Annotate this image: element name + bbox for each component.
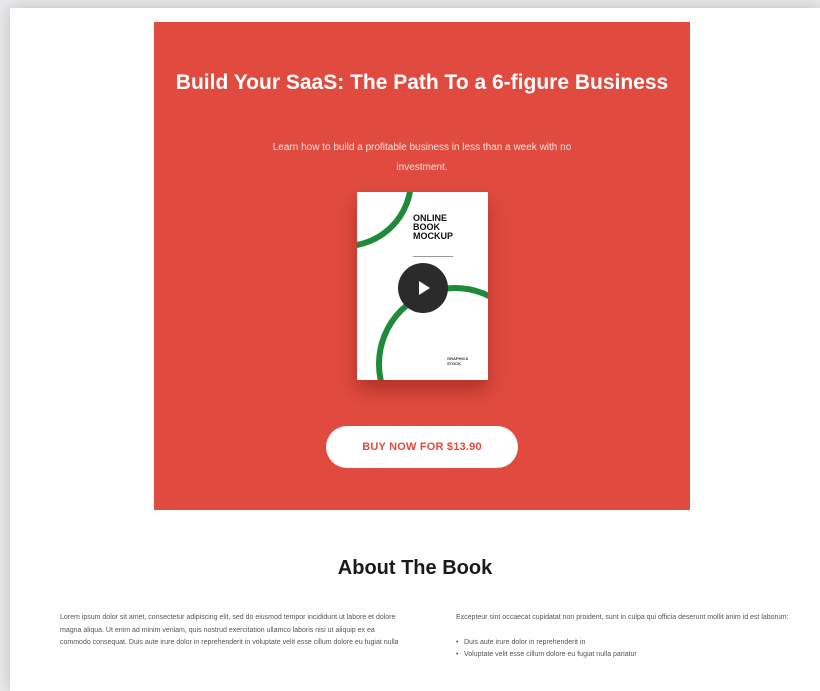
book-cover: ONLINE BOOK MOCKUP GRAPHICS STOCK [357,192,488,380]
book-cover-title: ONLINE BOOK MOCKUP [413,213,453,241]
play-icon [419,281,430,295]
hero-section: Build Your SaaS: The Path To a 6-figure … [154,22,690,510]
list-item: Voluptate velit esse cillum dolore eu fu… [456,649,796,662]
about-left-paragraph: Lorem ipsum dolor sit amet, consectetur … [60,614,399,646]
landing-page: Build Your SaaS: The Path To a 6-figure … [10,8,820,691]
book-cover-publisher: GRAPHICS STOCK [447,356,469,366]
about-title: About The Book [337,557,493,579]
about-right-paragraph: Excepteur sint occaecat cupidatat non pr… [456,614,789,621]
hero-subtitle: Learn how to build a profitable business… [272,142,572,173]
hero-title: Build Your SaaS: The Path To a 6-figure … [175,71,669,94]
list-item: Duis aute irure dolor in reprehenderit i… [456,637,796,650]
play-video-button[interactable] [398,263,448,313]
about-right-column: Excepteur sint occaecat cupidatat non pr… [456,612,796,662]
about-bullet-list: Duis aute irure dolor in reprehenderit i… [456,637,796,662]
buy-now-button[interactable]: BUY NOW FOR $13.90 [326,426,518,468]
